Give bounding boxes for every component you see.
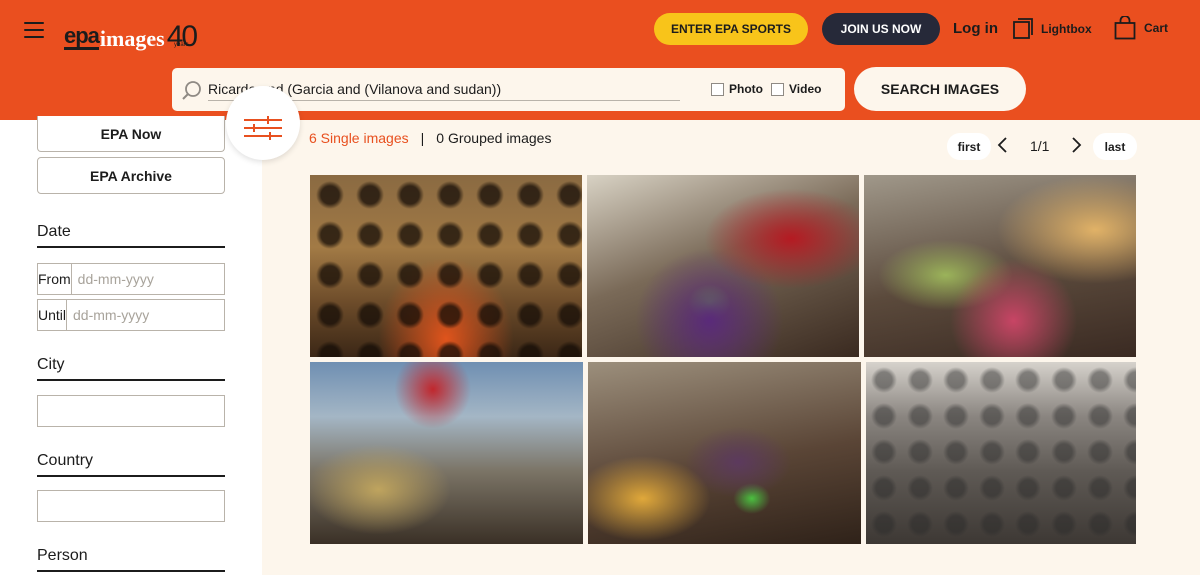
country-heading: Country — [37, 452, 225, 477]
logo-brand: epa — [64, 23, 100, 50]
lightbox-link[interactable]: Lightbox — [1013, 18, 1092, 40]
cart-label: Cart — [1144, 21, 1169, 35]
image-thumbnail-4[interactable] — [310, 362, 583, 544]
result-counts: 6 Single images | 0 Grouped images — [309, 130, 551, 146]
image-thumbnail-5[interactable] — [588, 362, 861, 544]
last-page-button[interactable]: last — [1093, 133, 1137, 160]
join-us-now-button[interactable]: JOIN US NOW — [822, 13, 940, 45]
country-input[interactable] — [37, 490, 225, 522]
video-checkbox[interactable]: Video — [771, 82, 821, 96]
search-bar: Photo Video SEARCH IMAGES — [0, 59, 1200, 120]
epa-images-logo[interactable]: epa images 40 years — [64, 18, 198, 52]
cart-link[interactable]: Cart — [1114, 16, 1168, 40]
chevron-left-icon[interactable] — [996, 136, 1010, 154]
image-thumbnail-1[interactable] — [310, 175, 582, 357]
login-link[interactable]: Log in — [953, 20, 998, 37]
shopping-bag-icon — [1114, 16, 1136, 40]
date-until-row: Until — [37, 299, 255, 331]
logo-word: images — [99, 26, 165, 51]
filter-toggle-button[interactable] — [226, 86, 300, 160]
first-page-button[interactable]: first — [947, 133, 991, 160]
date-until-input[interactable] — [67, 300, 255, 330]
date-heading: Date — [37, 223, 225, 248]
image-thumbnail-3[interactable] — [864, 175, 1136, 357]
lightbox-icon — [1013, 18, 1033, 39]
grouped-images-tab[interactable]: 0 Grouped images — [436, 130, 551, 146]
date-from-row: From — [37, 263, 259, 295]
photo-checkbox[interactable]: Photo — [711, 82, 763, 96]
video-checkbox-box[interactable] — [771, 82, 784, 96]
date-until-label: Until — [38, 300, 68, 330]
chevron-right-icon[interactable] — [1069, 136, 1083, 154]
search-icon — [182, 81, 201, 100]
search-images-button[interactable]: SEARCH IMAGES — [854, 67, 1026, 111]
photo-checkbox-box[interactable] — [711, 82, 724, 96]
date-from-input[interactable] — [71, 264, 259, 294]
video-checkbox-label: Video — [789, 82, 822, 96]
city-input[interactable] — [37, 395, 225, 427]
enter-epa-sports-button[interactable]: ENTER EPA SPORTS — [654, 13, 808, 45]
date-from-label: From — [38, 264, 72, 294]
image-thumbnail-6[interactable] — [866, 362, 1136, 544]
city-heading: City — [37, 356, 225, 381]
single-images-tab[interactable]: 6 Single images — [309, 130, 409, 146]
filter-sidebar: EPA Now EPA Archive Date From Until City… — [0, 116, 262, 575]
hamburger-menu-icon[interactable] — [24, 22, 44, 38]
filter-sliders-icon — [244, 116, 282, 140]
counts-separator: | — [420, 130, 425, 146]
lightbox-label: Lightbox — [1041, 22, 1092, 36]
top-bar: epa images 40 years ENTER EPA SPORTS JOI… — [0, 0, 1200, 59]
logo-years: years — [174, 42, 189, 48]
page-indicator: 1/1 — [1030, 138, 1050, 154]
photo-checkbox-label: Photo — [729, 82, 763, 96]
person-heading: Person — [37, 547, 225, 572]
epa-archive-button[interactable]: EPA Archive — [37, 157, 225, 194]
image-thumbnail-2[interactable] — [587, 175, 859, 357]
epa-now-button[interactable]: EPA Now — [37, 116, 225, 152]
